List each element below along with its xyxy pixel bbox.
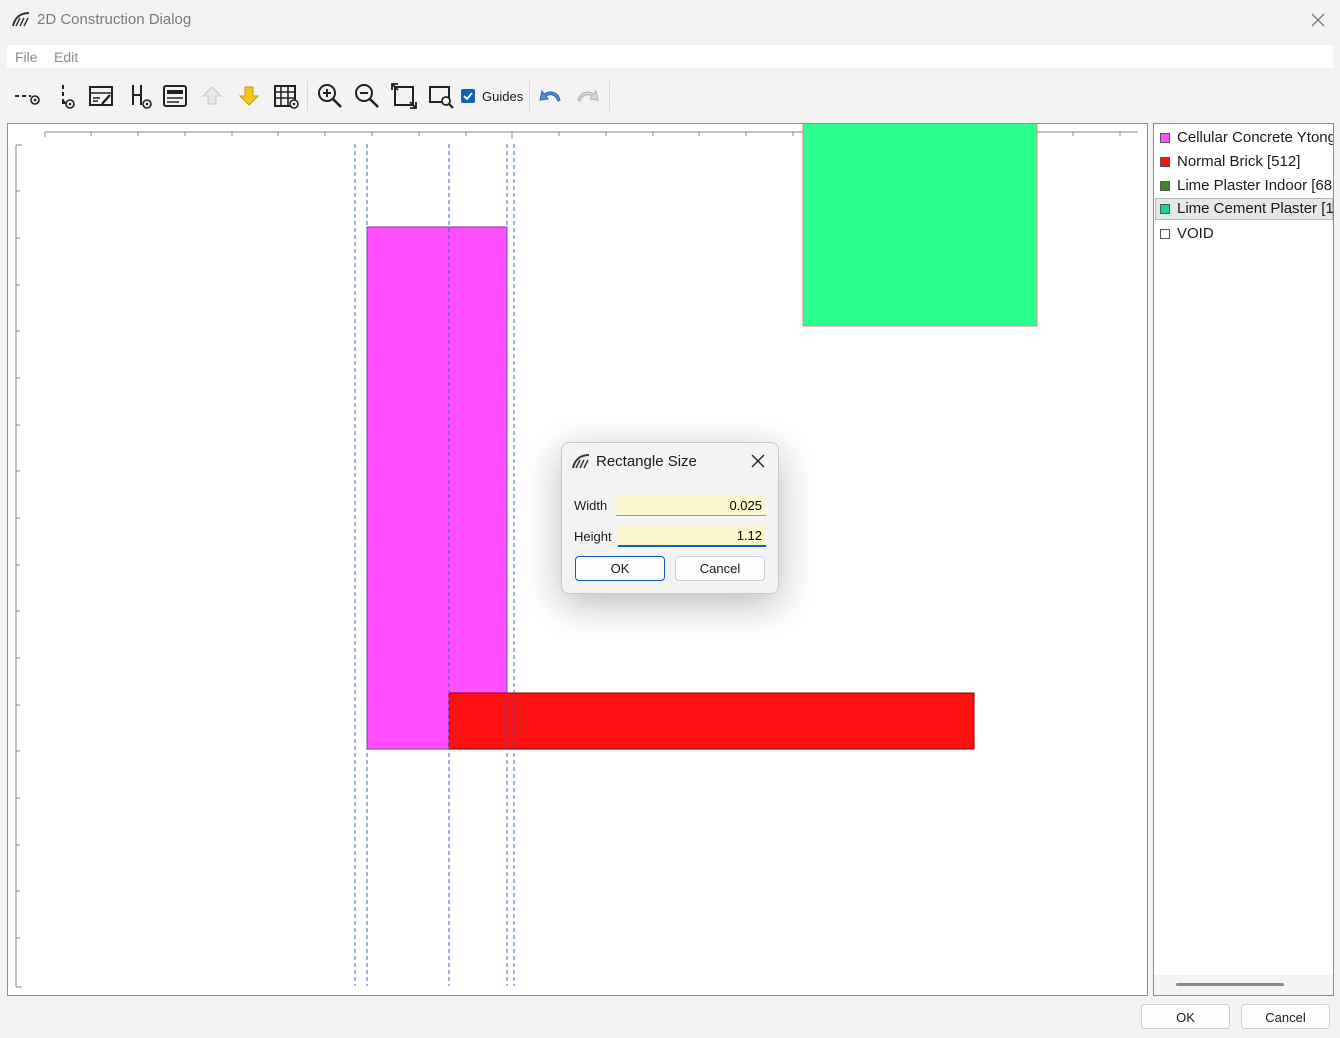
arrow-up-icon — [201, 86, 223, 105]
window-title: 2D Construction Dialog — [37, 11, 192, 28]
toolbar-separator — [609, 81, 610, 111]
guides-checkbox[interactable] — [461, 89, 475, 103]
materials-list[interactable]: Cellular Concrete Ytong Normal Brick [51… — [1153, 123, 1334, 996]
add-vertical-line-button[interactable] — [53, 82, 81, 110]
horizontal-scrollbar[interactable] — [1154, 975, 1333, 995]
material-item[interactable]: Lime Plaster Indoor [68 — [1155, 175, 1333, 197]
zoom-out-button[interactable] — [353, 82, 381, 110]
material-swatch — [1160, 181, 1170, 191]
grid-table-icon — [274, 85, 299, 109]
toolbar-separator — [529, 81, 530, 111]
material-label: Lime Cement Plaster [14 — [1177, 200, 1334, 217]
redo-button[interactable] — [574, 82, 602, 110]
undo-button[interactable] — [536, 82, 564, 110]
width-input[interactable] — [616, 495, 766, 516]
concrete-rectangle[interactable] — [366, 226, 508, 750]
material-label: Cellular Concrete Ytong — [1177, 129, 1334, 146]
move-down-button[interactable] — [235, 82, 263, 110]
dialog-cancel-button[interactable]: Cancel — [675, 556, 765, 581]
resize-guides-icon — [132, 85, 152, 109]
material-item[interactable]: Cellular Concrete Ytong — [1155, 127, 1333, 149]
zoom-out-icon — [355, 84, 379, 108]
material-item[interactable]: VOID — [1155, 223, 1333, 245]
window-close-icon[interactable] — [1306, 8, 1330, 32]
width-label: Width — [574, 498, 608, 513]
menu-edit[interactable]: Edit — [54, 49, 78, 65]
material-label: Normal Brick [512] — [1177, 153, 1301, 170]
title-bar: 2D Construction Dialog — [0, 0, 1340, 40]
arrow-down-icon — [238, 86, 260, 106]
vertical-line-add-icon — [62, 85, 75, 109]
material-swatch — [1160, 204, 1170, 214]
zoom-in-icon — [318, 84, 342, 108]
material-item[interactable]: Normal Brick [512] — [1155, 151, 1333, 173]
edit-rectangle-button[interactable] — [87, 82, 115, 110]
move-up-button[interactable] — [198, 82, 226, 110]
app-logo-icon — [572, 454, 590, 469]
height-input[interactable] — [618, 526, 766, 547]
material-swatch — [1160, 133, 1170, 143]
properties-button[interactable] — [161, 82, 189, 110]
dialog-ok-button[interactable]: OK — [575, 556, 665, 581]
dialog-title: Rectangle Size — [596, 453, 697, 470]
app-logo-icon — [12, 12, 30, 27]
left-ruler — [15, 144, 22, 988]
plaster-rectangle[interactable] — [802, 124, 1038, 327]
height-label: Height — [574, 529, 612, 544]
material-item-selected[interactable]: Lime Cement Plaster [14 — [1155, 198, 1333, 220]
edit-rectangle-icon — [89, 86, 113, 106]
zoom-window-button[interactable] — [427, 82, 455, 110]
zoom-in-button[interactable] — [316, 82, 344, 110]
zoom-fit-button[interactable] — [390, 82, 418, 110]
zoom-window-icon — [429, 86, 454, 109]
material-label: VOID — [1177, 225, 1214, 242]
checkmark-icon — [463, 92, 473, 101]
brick-rectangle[interactable] — [448, 692, 975, 750]
redo-icon — [577, 89, 599, 102]
guides-label[interactable]: Guides — [482, 89, 523, 104]
zoom-fit-icon — [391, 83, 417, 109]
scrollbar-thumb[interactable] — [1176, 983, 1284, 986]
ok-button[interactable]: OK — [1141, 1004, 1230, 1029]
cancel-button[interactable]: Cancel — [1241, 1004, 1330, 1029]
toolbar: Guides — [7, 76, 1333, 116]
menu-bar: File Edit — [7, 45, 1333, 68]
dialog-close-icon[interactable] — [748, 451, 768, 471]
properties-icon — [163, 85, 187, 107]
material-label: Lime Plaster Indoor [68 — [1177, 177, 1333, 194]
toolbar-separator — [307, 81, 308, 111]
material-swatch — [1160, 229, 1170, 239]
resize-guides-button[interactable] — [126, 82, 154, 110]
horizontal-line-add-icon — [15, 95, 40, 105]
material-swatch — [1160, 157, 1170, 167]
undo-icon — [539, 89, 561, 102]
add-horizontal-line-button[interactable] — [13, 82, 41, 110]
menu-file[interactable]: File — [15, 49, 38, 65]
rectangle-size-dialog: Rectangle Size Width Height OK Cancel — [561, 442, 779, 594]
grid-table-button[interactable] — [272, 82, 300, 110]
